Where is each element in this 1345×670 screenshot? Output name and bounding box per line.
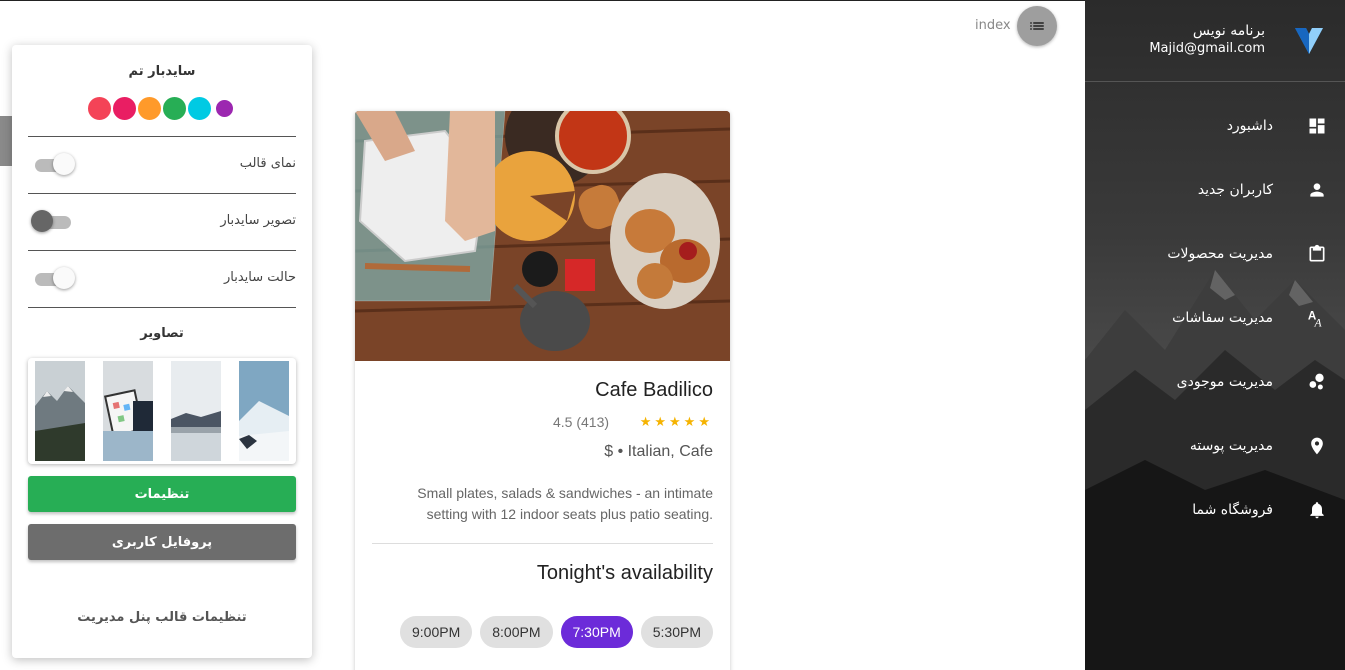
divider [28,307,296,308]
sidebar-mode-toggle[interactable] [35,267,75,291]
time-chip-selected[interactable]: 7:30PM [560,616,633,648]
panel-footer: تنظیمات قالب پنل مدیریت [77,610,247,625]
swatch-cyan[interactable] [187,95,212,121]
rating-stars: ★★★★★ [639,415,713,430]
time-chip[interactable]: 9:00PM [400,616,473,648]
sidebar-item-orders[interactable]: مدیریت سفاشات AA [1085,296,1345,340]
restaurant-description: Small plates, salads & sandwiches - an i… [417,485,713,522]
color-swatches [87,95,234,121]
sidebar-item-dashboard[interactable]: داشبورد [1085,104,1345,148]
time-chip[interactable]: 8:00PM [480,616,553,648]
cafe-photo [355,111,730,361]
restaurant-category: $ • Italian, Cafe [604,443,713,460]
sidebar-item-inventory[interactable]: مدیریت موجودی [1085,360,1345,404]
bell-icon [1307,500,1327,520]
sidebar-item-new-users[interactable]: کاربران جدید [1085,168,1345,212]
swatch-orange[interactable] [137,95,162,121]
location-icon [1307,436,1327,456]
vuetify-logo-icon [1295,28,1323,54]
thumb-tablet[interactable] [103,361,153,461]
dashboard-icon [1307,116,1327,136]
top-border [0,0,1085,1]
rating-text: 4.5 (413) [553,414,610,430]
settings-button[interactable]: تنظیمات [28,476,296,512]
toggle-label-layout: نمای قالب [239,156,296,171]
time-chips: 5:30PM 7:30PM 8:00PM 9:00PM [392,616,713,648]
toggle-label-sidebar-mode: حالت سایدبار [223,270,296,285]
availability-title: Tonight's availability [536,562,713,584]
sidebar-item-label: مدیریت محصولات [1167,246,1273,262]
list-icon [1030,22,1044,30]
sidebar-item-store[interactable]: فروشگاه شما [1085,488,1345,532]
sidebar-item-label: فروشگاه شما [1192,502,1273,518]
toggle-label-sidebar-image: تصویر سایدبار [220,213,296,228]
sidebar-item-label: مدیریت سفاشات [1172,310,1273,326]
panel-title: سایدبار تم [128,64,196,79]
drawer-header: برنامه نویس Majid@gmail.com [1085,0,1345,82]
images-title: تصاویر [140,326,184,341]
sidebar-item-label: داشبورد [1226,118,1273,134]
user-email: Majid@gmail.com [1149,41,1265,56]
sidebar-item-themes[interactable]: مدیریت پوسته [1085,424,1345,468]
thumb-foggy-lake[interactable] [171,361,221,461]
layout-view-toggle[interactable] [35,153,75,177]
breadcrumb: index [975,18,1011,33]
clipboard-icon [1307,244,1327,264]
swatch-green[interactable] [162,95,187,121]
drawer-toggle-button[interactable] [1017,6,1057,46]
swatch-red[interactable] [87,95,112,121]
sidebar-item-label: مدیریت موجودی [1176,374,1273,390]
translate-icon: AA [1307,308,1327,328]
sidebar-image-toggle[interactable] [31,210,73,234]
restaurant-card: Cafe Badilico ★★★★★ 4.5 (413) $ • Italia… [355,111,730,670]
divider [372,543,713,544]
user-name: برنامه نویس [1192,23,1265,39]
sidebar-item-label: کاربران جدید [1197,182,1273,198]
time-chip[interactable]: 5:30PM [640,616,713,648]
sidebar-item-products[interactable]: مدیریت محصولات [1085,232,1345,276]
thumb-snowy-peak[interactable] [239,361,289,461]
swatch-purple[interactable] [215,98,234,118]
thumb-mountain-snow[interactable] [35,361,85,461]
divider [28,250,296,251]
swatch-pink[interactable] [112,95,137,121]
divider [28,193,296,194]
image-picker [28,358,296,464]
navigation-drawer: برنامه نویس Majid@gmail.com داشبورد کارب… [1085,0,1345,670]
user-profile-button[interactable]: پروفایل کاربری [28,524,296,560]
bubble-chart-icon [1307,372,1327,392]
person-icon [1307,180,1327,200]
theme-settings-panel: سایدبار تم نمای قالب تصویر سایدبار حالت … [12,45,312,658]
restaurant-title: Cafe Badilico [595,379,713,401]
svg-text:A: A [1314,316,1323,328]
divider [28,136,296,137]
sidebar-item-label: مدیریت پوسته [1189,438,1273,454]
